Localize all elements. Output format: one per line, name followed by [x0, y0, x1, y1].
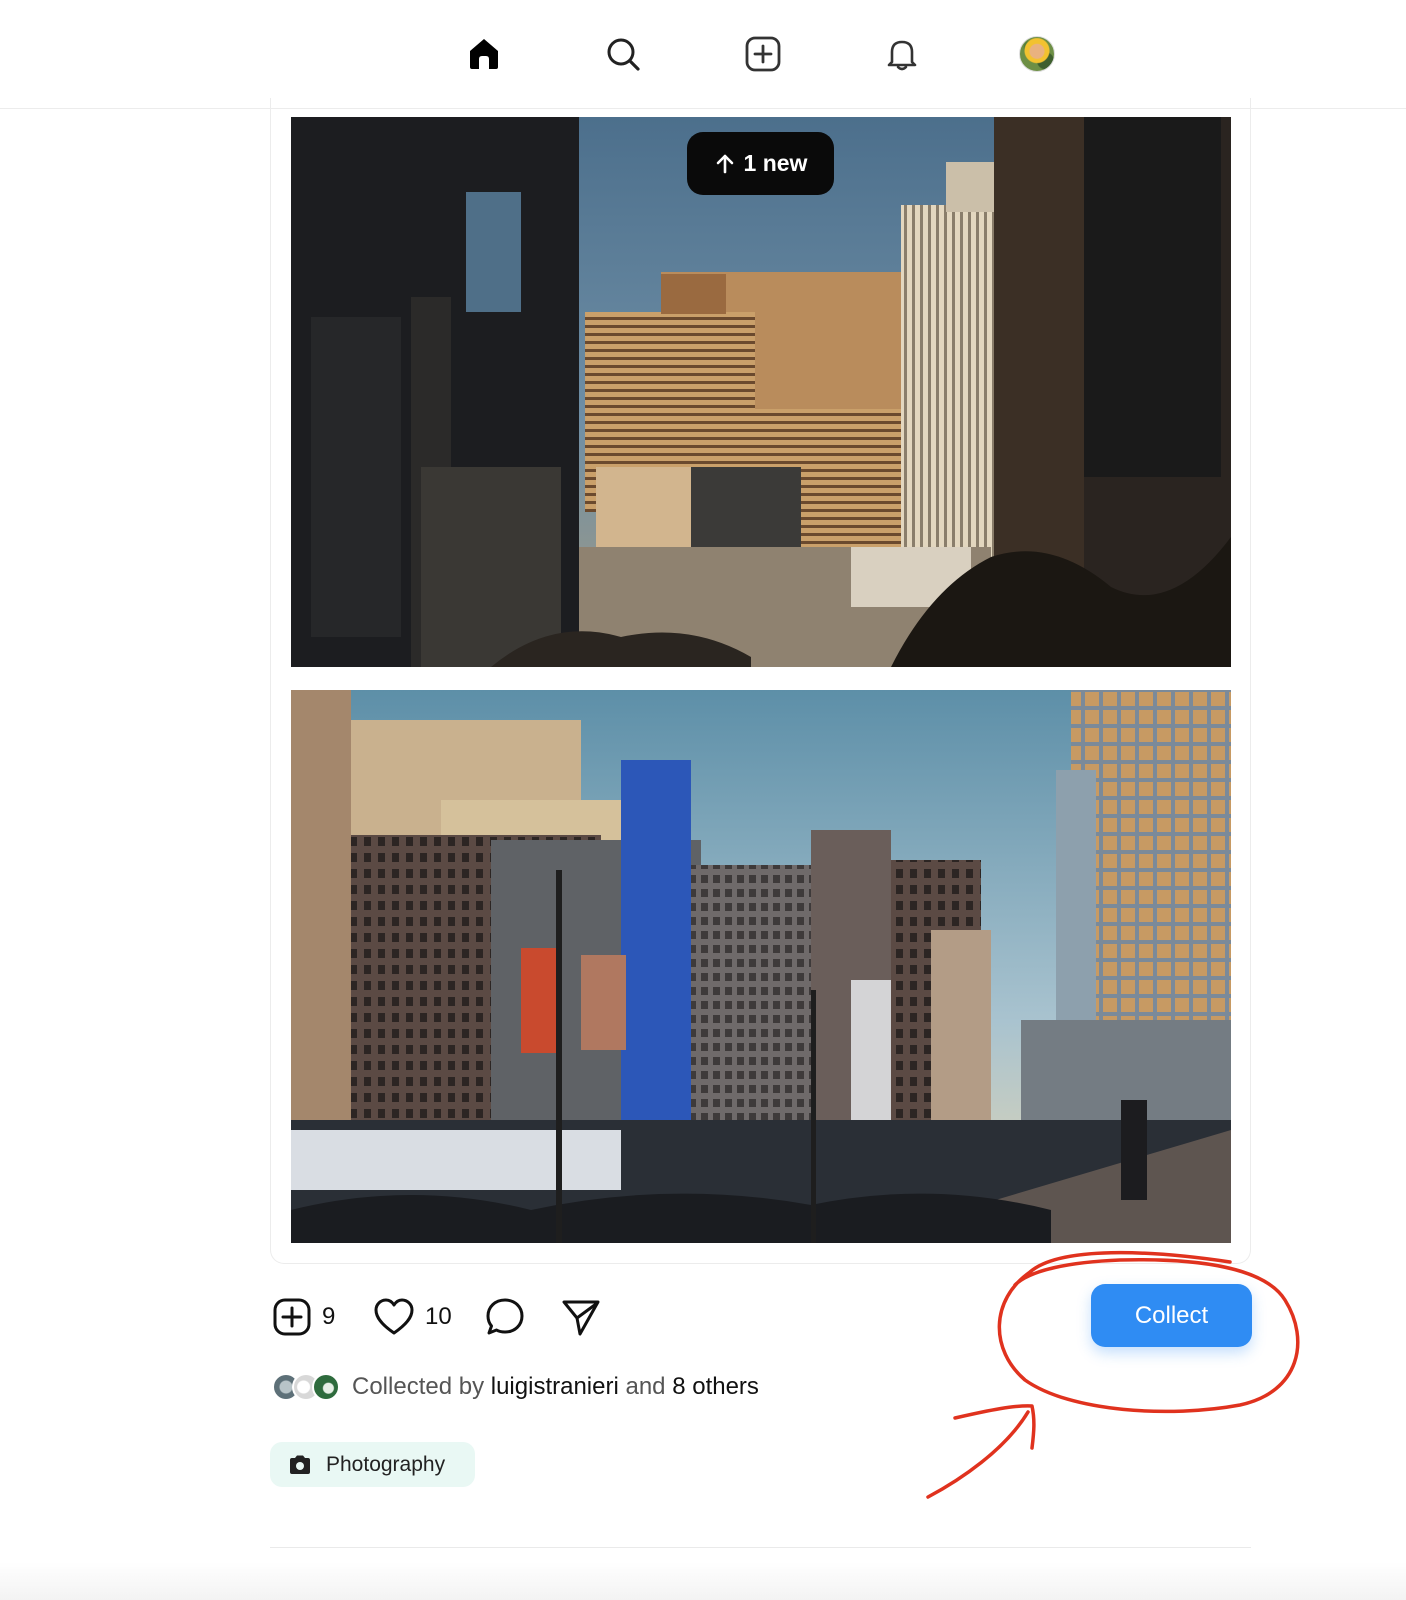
like-count: 10 — [425, 1303, 452, 1330]
annotation-arrow-shaft — [926, 1410, 1030, 1499]
post-photo-1[interactable] — [291, 117, 1231, 667]
new-posts-label: 1 new — [743, 150, 808, 176]
share-action[interactable] — [560, 1295, 602, 1339]
nav-home-button[interactable] — [460, 30, 508, 78]
nav-profile-avatar[interactable] — [1019, 36, 1055, 72]
new-posts-pill[interactable]: 1 new — [687, 132, 834, 195]
comment-icon — [486, 1298, 524, 1335]
tag-label: Photography — [326, 1452, 446, 1476]
collect-count: 9 — [322, 1303, 336, 1330]
collected-by-prefix: Collected by — [352, 1373, 485, 1400]
collected-by-and: and — [625, 1373, 666, 1400]
tag-chip-photography[interactable]: Photography — [270, 1442, 475, 1487]
camera-icon — [290, 1455, 310, 1474]
feed-divider — [270, 1547, 1251, 1548]
nav-create-button[interactable] — [739, 30, 787, 78]
top-nav — [0, 0, 1406, 109]
home-icon — [470, 39, 498, 69]
nav-notifications-button[interactable] — [878, 30, 926, 78]
annotation-arrow-head — [953, 1404, 1036, 1450]
plus-square-icon — [745, 36, 781, 72]
bell-icon — [887, 40, 917, 71]
collected-by-row: Collected by luigistranieri and 8 others — [272, 1371, 759, 1403]
city-street-photo — [291, 690, 1231, 1243]
collectors-others-link[interactable]: 8 others — [672, 1373, 759, 1400]
search-icon — [607, 38, 640, 71]
send-icon — [562, 1300, 600, 1336]
collect-button[interactable]: Collect — [1091, 1284, 1252, 1347]
like-action[interactable]: 10 — [373, 1295, 452, 1339]
collect-count-action[interactable]: 9 — [272, 1295, 335, 1339]
comment-action[interactable] — [484, 1295, 526, 1339]
nav-search-button[interactable] — [599, 30, 647, 78]
city-sunset-photo — [291, 117, 1231, 667]
collector-avatar[interactable] — [312, 1373, 340, 1401]
collected-by-text: Collected by luigistranieri and 8 others — [352, 1373, 759, 1401]
arrow-up-icon — [716, 154, 733, 173]
collector-username-link[interactable]: luigistranieri — [491, 1373, 619, 1400]
next-post-edge — [0, 1562, 1406, 1600]
plus-square-icon — [273, 1298, 311, 1336]
heart-icon — [374, 1298, 414, 1335]
post-photo-2[interactable] — [291, 690, 1231, 1243]
